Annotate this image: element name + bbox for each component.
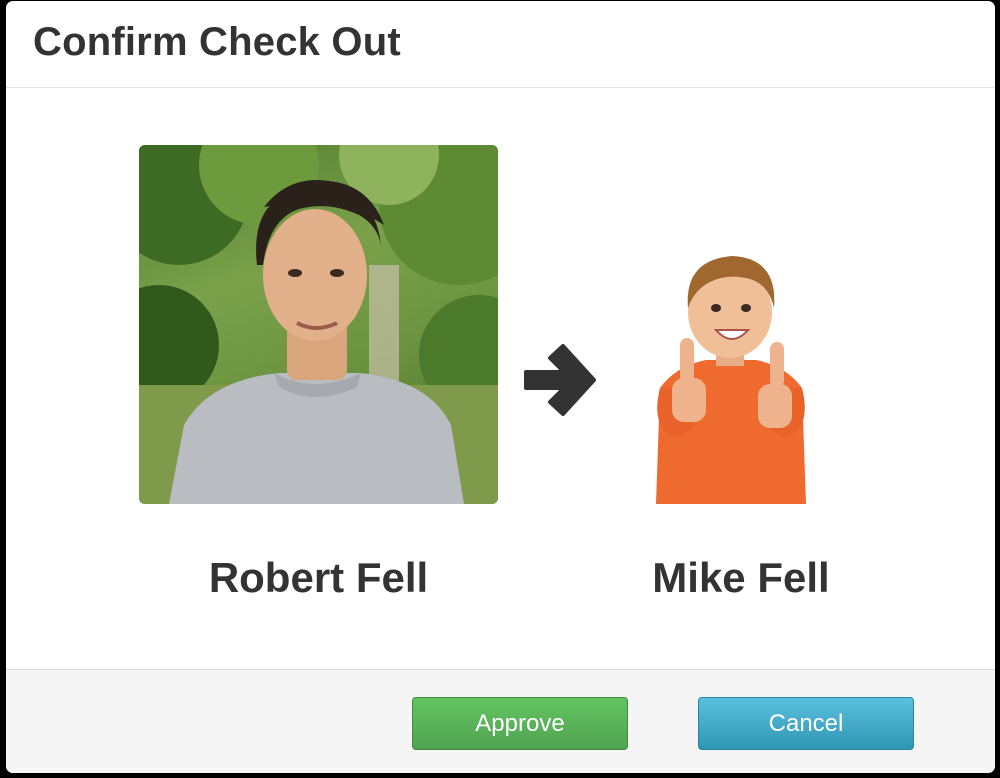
right-arrow-icon [520,340,598,420]
dialog-footer: Approve Cancel [6,669,995,773]
mike-photo [646,238,816,504]
cancel-button[interactable]: Cancel [698,697,914,750]
dialog-body: Robert Fell Mike Fell [6,88,995,669]
robert-photo [139,145,498,504]
approve-button[interactable]: Approve [412,697,628,750]
confirm-checkout-dialog: Confirm Check Out Robert Fell Mike Fell … [6,1,995,773]
dialog-title: Confirm Check Out [33,20,401,64]
to-person-name: Mike Fell [652,554,830,601]
from-person-name: Robert Fell [208,554,429,601]
dialog-header: Confirm Check Out [6,1,995,88]
